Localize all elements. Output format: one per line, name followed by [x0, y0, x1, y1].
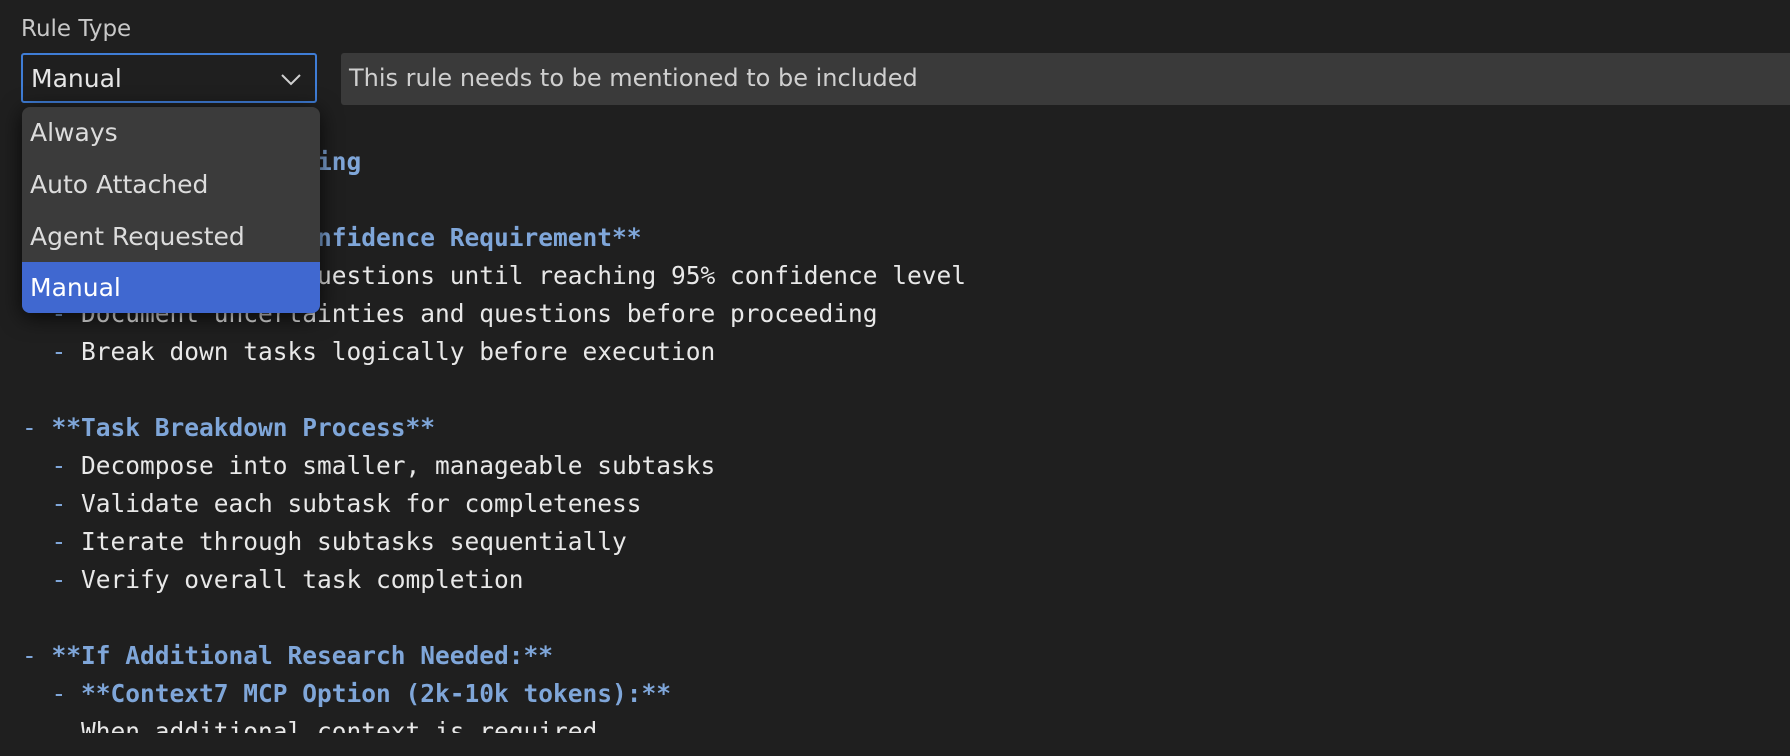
- bullet-dash: -: [22, 679, 82, 708]
- rule-type-label: Rule Type: [21, 16, 132, 42]
- editor-line: - Iterate through subtasks sequentially: [22, 527, 627, 556]
- bullet-dash: -: [22, 527, 82, 556]
- heading-text: **Context7 MCP Option (2k-10k tokens):**: [81, 679, 672, 708]
- bullet-dash: -: [22, 565, 82, 594]
- rule-type-selected-value: Manual: [31, 64, 122, 93]
- option-always[interactable]: Always: [22, 107, 320, 159]
- rule-type-dropdown: Always Auto Attached Agent Requested Man…: [22, 107, 320, 313]
- editor-line: - **Context7 MCP Option (2k-10k tokens):…: [22, 679, 672, 708]
- editor-line: - Break down tasks logically before exec…: [22, 337, 716, 366]
- line-text: Decompose into smaller, manageable subta…: [81, 451, 716, 480]
- option-agent-requested[interactable]: Agent Requested: [22, 211, 320, 263]
- option-auto-attached[interactable]: Auto Attached: [22, 159, 320, 211]
- editor-line: - **If Additional Research Needed:**: [22, 641, 553, 670]
- line-text: Validate each subtask for completeness: [81, 489, 642, 518]
- chevron-down-icon[interactable]: [279, 67, 303, 91]
- rule-description-text: This rule needs to be mentioned to be in…: [349, 64, 918, 92]
- line-text: Break down tasks logically before execut…: [81, 337, 716, 366]
- line-text: When additional context is required: [22, 717, 598, 733]
- bullet-dash: -: [22, 451, 82, 480]
- rule-description-field[interactable]: This rule needs to be mentioned to be in…: [341, 53, 1790, 105]
- bullet-dash: -: [22, 641, 52, 670]
- option-manual[interactable]: Manual: [22, 262, 320, 313]
- editor-line: - Validate each subtask for completeness: [22, 489, 642, 518]
- bullet-dash: -: [22, 489, 82, 518]
- editor-line: When additional context is required: [22, 717, 597, 733]
- line-text: Iterate through subtasks sequentially: [81, 527, 627, 556]
- heading-text: **Task Breakdown Process**: [51, 413, 436, 442]
- bullet-dash: -: [22, 337, 82, 366]
- line-text: Verify overall task completion: [81, 565, 524, 594]
- bullet-dash: -: [22, 413, 52, 442]
- editor-line: - Verify overall task completion: [22, 565, 524, 594]
- editor-line: - Decompose into smaller, manageable sub…: [22, 451, 716, 480]
- editor-line: - **Task Breakdown Process**: [22, 413, 435, 442]
- rule-type-select[interactable]: Manual: [21, 53, 317, 103]
- heading-text: **If Additional Research Needed:**: [51, 641, 554, 670]
